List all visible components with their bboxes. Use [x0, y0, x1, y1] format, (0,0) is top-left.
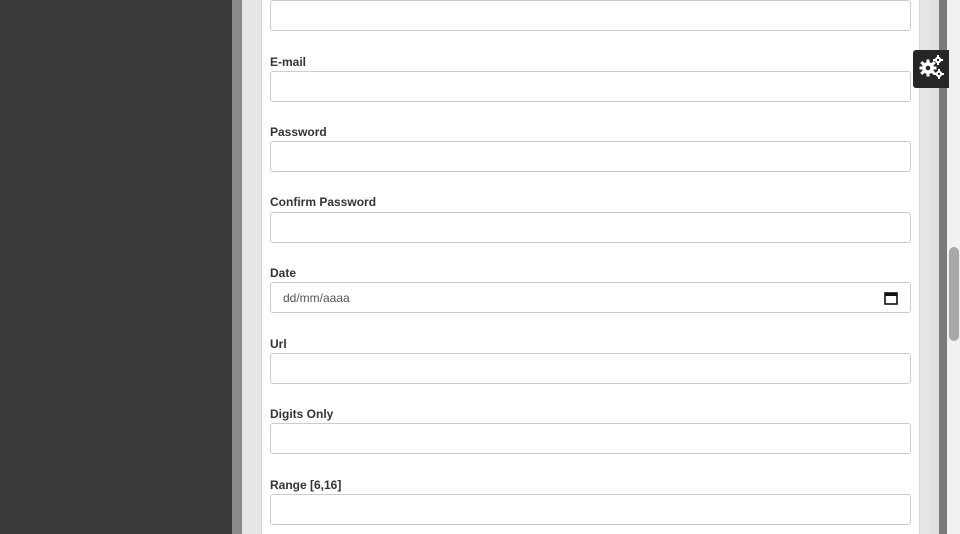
- digits-only-field[interactable]: [270, 423, 911, 454]
- password-label: Password: [270, 125, 327, 139]
- settings-button[interactable]: [913, 50, 949, 88]
- password-field[interactable]: [270, 141, 911, 172]
- sidebar-divider: [232, 0, 242, 534]
- page: E-mail Password Confirm Password Date dd…: [0, 0, 960, 534]
- date-label: Date: [270, 266, 297, 280]
- range-field[interactable]: [270, 494, 911, 525]
- sidebar: [0, 0, 232, 534]
- confirm-password-label: Confirm Password: [270, 195, 377, 209]
- email-label: E-mail: [270, 55, 307, 69]
- calendar-icon[interactable]: [884, 291, 898, 305]
- text-field-top[interactable]: [270, 0, 911, 31]
- scrollbar-thumb[interactable]: [949, 247, 959, 341]
- date-field[interactable]: dd/mm/aaaa: [270, 282, 911, 313]
- range-label: Range [6,16]: [270, 478, 342, 492]
- date-placeholder: dd/mm/aaaa: [283, 290, 350, 305]
- email-field[interactable]: [270, 71, 911, 102]
- url-field[interactable]: [270, 353, 911, 384]
- gears-icon: [917, 53, 945, 86]
- url-label: Url: [270, 337, 287, 351]
- confirm-password-field[interactable]: [270, 212, 911, 243]
- digits-only-label: Digits Only: [270, 407, 334, 421]
